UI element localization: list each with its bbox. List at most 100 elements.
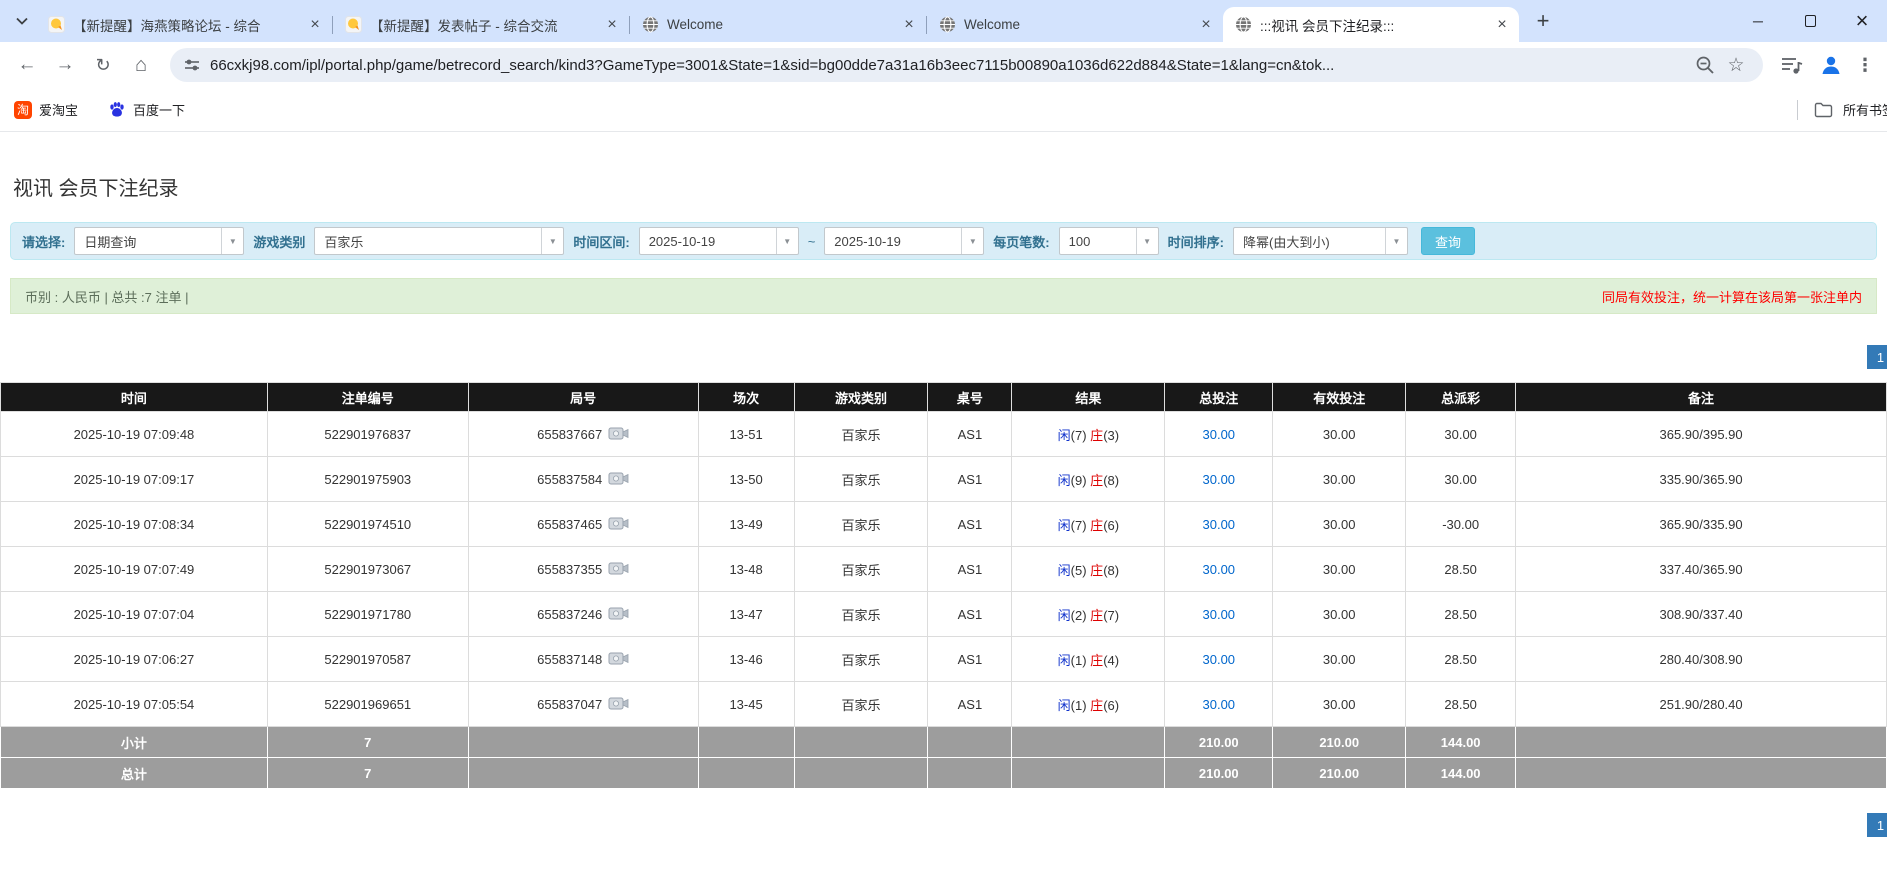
browser-tab[interactable]: Welcome <box>630 7 926 42</box>
tab-strip: 【新提醒】海燕策略论坛 - 综合 【新提醒】发表帖子 - 综合交流 Welcom… <box>0 0 1887 42</box>
result-player-label: 闲 <box>1058 608 1071 623</box>
result-player-value: (2) <box>1071 608 1087 623</box>
tab-search-chevron-icon[interactable] <box>8 7 36 35</box>
tab-close-icon[interactable] <box>603 16 621 34</box>
grand-total-total-bet: 210.00 <box>1165 758 1273 789</box>
profile-avatar[interactable] <box>1819 53 1843 77</box>
cell-bet-id: 522901975903 <box>267 457 468 502</box>
bookmark-star-icon[interactable] <box>1723 52 1749 78</box>
video-replay-icon[interactable] <box>608 651 629 667</box>
page-number-button[interactable]: 1 <box>1867 345 1887 369</box>
home-button[interactable] <box>124 48 158 82</box>
total-bet-link[interactable]: 30.00 <box>1203 607 1236 622</box>
pagination-top: 1 <box>0 345 1887 369</box>
total-bet-link[interactable]: 30.00 <box>1203 472 1236 487</box>
browser-tab[interactable]: Welcome <box>927 7 1223 42</box>
table-header: 时间 注单编号 局号 场次 游戏类别 桌号 结果 总投注 有效投注 总派彩 备注 <box>1 383 1887 412</box>
page-number-button[interactable]: 1 <box>1867 813 1887 837</box>
browser-tab-active[interactable]: :::视讯 会员下注纪录::: <box>1223 7 1519 42</box>
chevron-down-icon[interactable] <box>1136 228 1158 254</box>
tab-close-icon[interactable] <box>900 16 918 34</box>
tab-close-icon[interactable] <box>306 16 324 34</box>
cell-remark: 251.90/280.40 <box>1516 682 1887 727</box>
reload-button[interactable] <box>86 48 120 82</box>
video-replay-icon[interactable] <box>608 561 629 577</box>
cell-valid-bet: 30.00 <box>1273 637 1406 682</box>
chevron-down-icon[interactable] <box>1385 228 1407 254</box>
cell-time: 2025-10-19 07:06:27 <box>1 637 268 682</box>
site-info-icon[interactable] <box>184 57 200 73</box>
game-type-select[interactable]: 百家乐 <box>314 227 564 255</box>
table-row: 2025-10-19 07:09:17 522901975903 6558375… <box>1 457 1887 502</box>
total-bet-link[interactable]: 30.00 <box>1203 427 1236 442</box>
sort-select[interactable]: 降幂(由大到小) <box>1233 227 1408 255</box>
url-text[interactable]: 66cxkj98.com/ipl/portal.php/game/betreco… <box>210 57 1685 74</box>
total-bet-link[interactable]: 30.00 <box>1203 562 1236 577</box>
address-bar[interactable]: 66cxkj98.com/ipl/portal.php/game/betreco… <box>170 48 1763 82</box>
total-bet-link[interactable]: 30.00 <box>1203 652 1236 667</box>
date-to-select[interactable]: 2025-10-19 <box>824 227 984 255</box>
cell-result: 闲(2) 庄(7) <box>1012 592 1165 637</box>
cell-result: 闲(7) 庄(3) <box>1012 412 1165 457</box>
close-window-button[interactable] <box>1853 12 1871 30</box>
chevron-down-icon[interactable] <box>221 228 243 254</box>
maximize-button[interactable] <box>1801 12 1819 30</box>
result-banker-label: 庄 <box>1090 428 1103 443</box>
tab-title: Welcome <box>667 17 892 32</box>
forward-button[interactable] <box>48 48 82 82</box>
bookmark-aitaobao[interactable]: 爱淘宝 <box>14 100 78 119</box>
chevron-down-icon[interactable] <box>776 228 798 254</box>
video-replay-icon[interactable] <box>608 426 629 442</box>
date-range-label: 时间区间: <box>573 232 629 251</box>
video-replay-icon[interactable] <box>608 606 629 622</box>
chevron-down-icon[interactable] <box>961 228 983 254</box>
col-bet-id: 注单编号 <box>267 383 468 412</box>
cell-round-id: 655837667 <box>468 412 698 457</box>
back-button[interactable] <box>10 48 44 82</box>
page-size-select[interactable]: 100 <box>1059 227 1159 255</box>
tab-close-icon[interactable] <box>1197 16 1215 34</box>
bet-records-table: 时间 注单编号 局号 场次 游戏类别 桌号 结果 总投注 有效投注 总派彩 备注… <box>0 382 1887 789</box>
total-bet-link[interactable]: 30.00 <box>1203 697 1236 712</box>
minimize-button[interactable] <box>1749 12 1767 30</box>
browser-tab[interactable]: 【新提醒】发表帖子 - 综合交流 <box>333 7 629 42</box>
query-button[interactable]: 查询 <box>1421 227 1475 255</box>
total-bet-link[interactable]: 30.00 <box>1203 517 1236 532</box>
date-from-select[interactable]: 2025-10-19 <box>639 227 799 255</box>
browser-window: 【新提醒】海燕策略论坛 - 综合 【新提醒】发表帖子 - 综合交流 Welcom… <box>0 0 1887 132</box>
window-controls <box>1749 0 1871 42</box>
result-banker-label: 庄 <box>1090 473 1103 488</box>
summary-bar: 币别 : 人民币 | 总共 :7 注单 | 同局有效投注，统一计算在该局第一张注… <box>10 278 1877 314</box>
browser-menu-icon[interactable] <box>1853 48 1877 82</box>
cell-bet-id: 522901974510 <box>267 502 468 547</box>
video-replay-icon[interactable] <box>608 471 629 487</box>
result-banker-value: (7) <box>1103 608 1119 623</box>
result-banker-value: (4) <box>1103 653 1119 668</box>
result-player-value: (7) <box>1071 518 1087 533</box>
query-type-select[interactable]: 日期查询 <box>74 227 244 255</box>
media-controls-icon[interactable] <box>1781 55 1803 75</box>
cell-table-no: AS1 <box>928 457 1012 502</box>
all-bookmarks[interactable]: 所有书签 <box>1797 100 1887 120</box>
bookmark-baidu[interactable]: 百度一下 <box>108 100 185 119</box>
game-type-label: 游戏类别 <box>253 232 305 251</box>
cell-remark: 308.90/337.40 <box>1516 592 1887 637</box>
cell-table-no: AS1 <box>928 637 1012 682</box>
video-replay-icon[interactable] <box>608 516 629 532</box>
video-replay-icon[interactable] <box>608 696 629 712</box>
chevron-down-icon[interactable] <box>541 228 563 254</box>
result-banker-label: 庄 <box>1090 653 1103 668</box>
forum-favicon-icon <box>345 16 362 33</box>
col-game-type: 游戏类别 <box>794 383 928 412</box>
round-id-text: 655837584 <box>537 472 602 487</box>
new-tab-button[interactable] <box>1529 7 1557 35</box>
zoom-out-icon[interactable] <box>1695 55 1715 75</box>
cell-table-no: AS1 <box>928 682 1012 727</box>
col-round-id: 局号 <box>468 383 698 412</box>
tab-bar: 【新提醒】海燕策略论坛 - 综合 【新提醒】发表帖子 - 综合交流 Welcom… <box>36 7 1519 42</box>
cell-result: 闲(7) 庄(6) <box>1012 502 1165 547</box>
cell-valid-bet: 30.00 <box>1273 412 1406 457</box>
browser-tab[interactable]: 【新提醒】海燕策略论坛 - 综合 <box>36 7 332 42</box>
cell-time: 2025-10-19 07:09:48 <box>1 412 268 457</box>
tab-close-icon[interactable] <box>1493 16 1511 34</box>
